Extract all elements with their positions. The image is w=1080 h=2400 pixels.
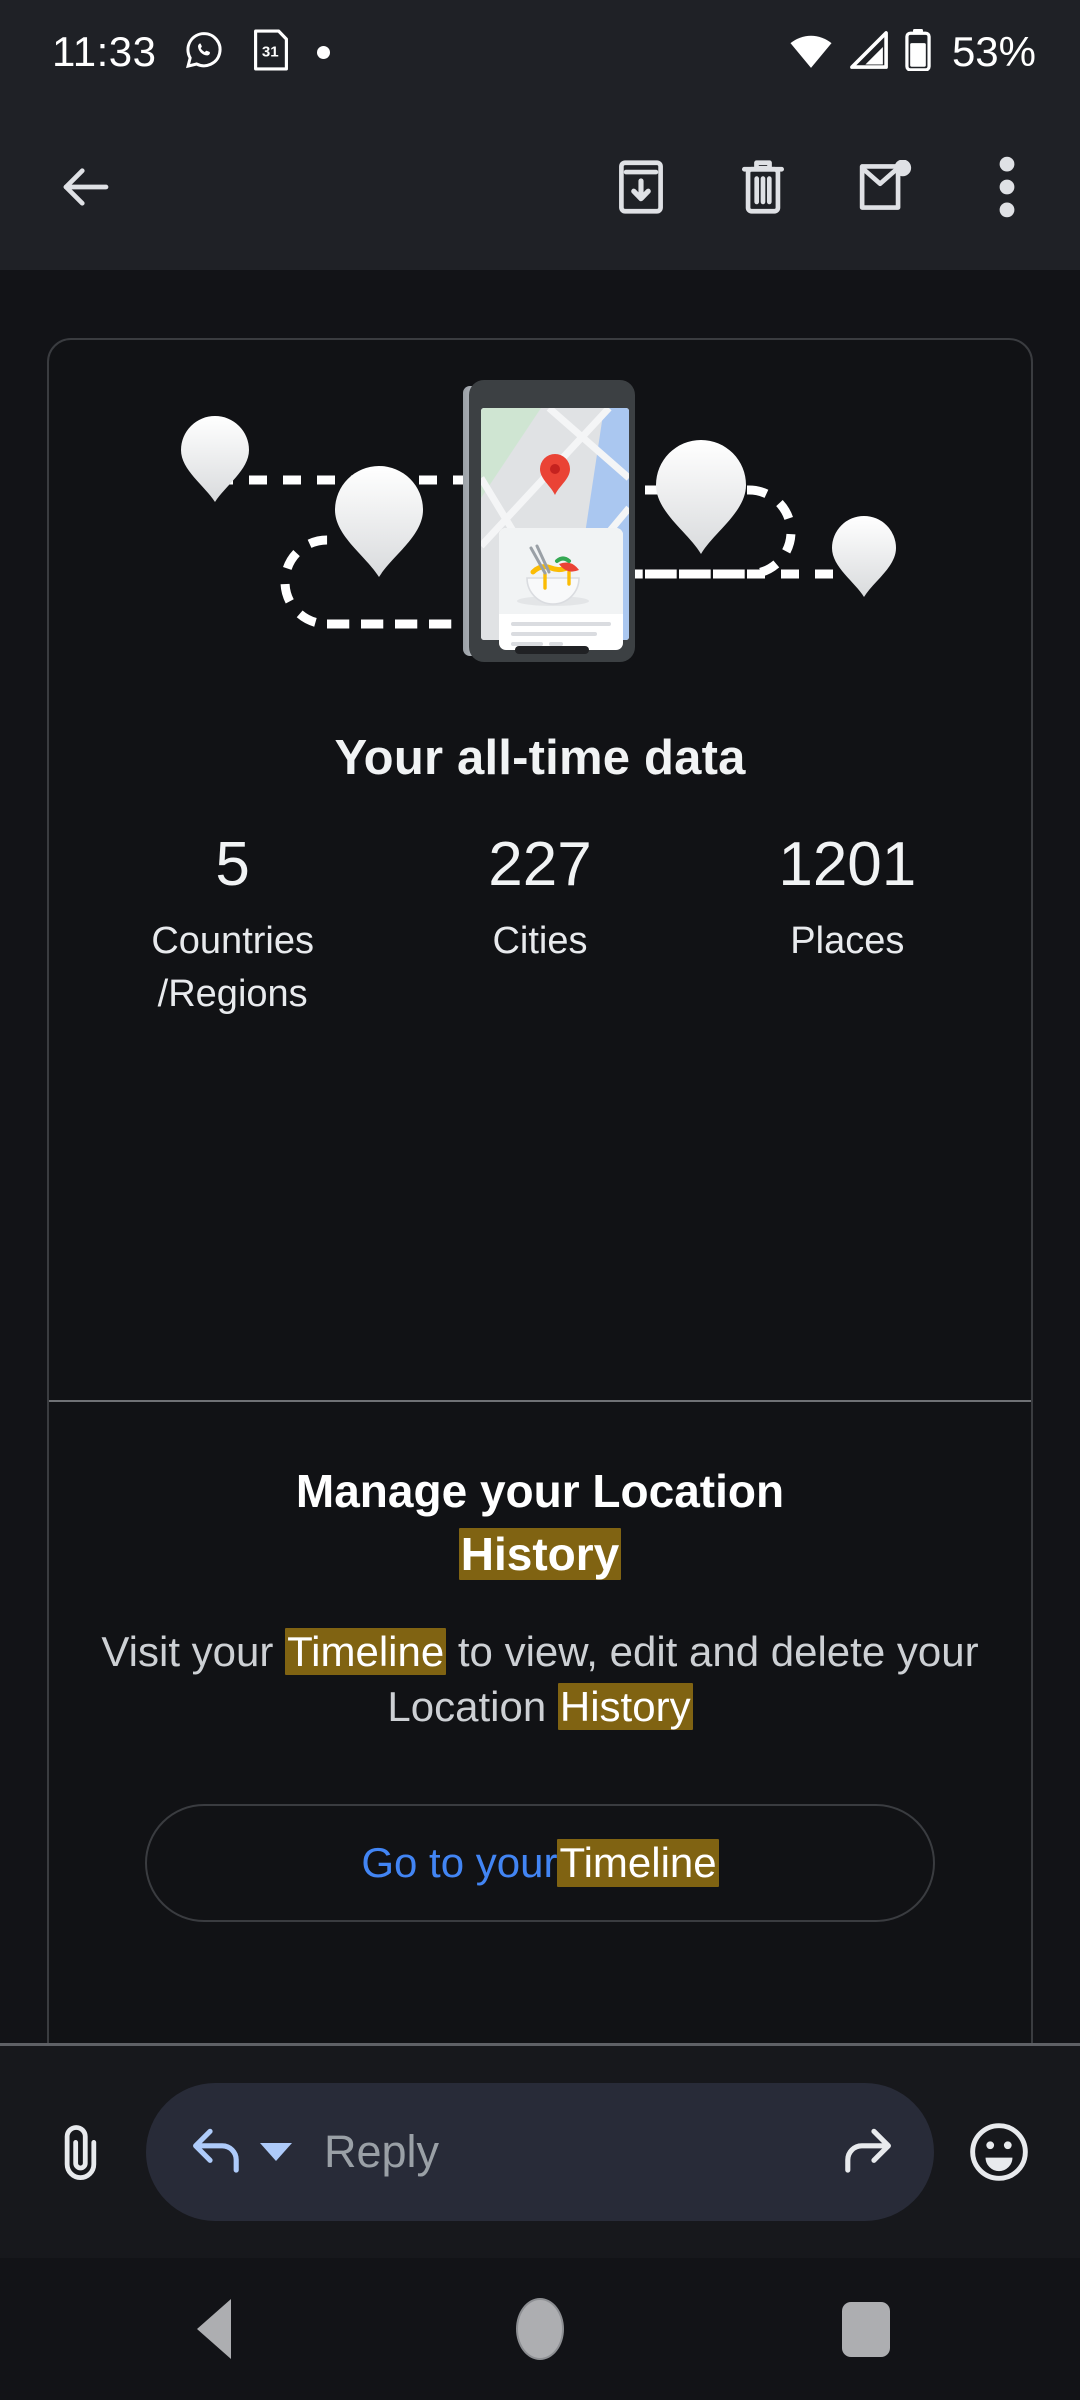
manage-location-history-section: Manage your Location History Visit your …: [49, 1402, 1031, 1923]
reply-input-pill[interactable]: Reply: [146, 2083, 934, 2221]
manage-body-highlight-2: History: [557, 1682, 693, 1730]
manage-body-text-1: Visit your: [101, 1627, 286, 1675]
delete-button[interactable]: [728, 152, 798, 222]
nav-recents-icon: [842, 2301, 890, 2357]
manage-title-text: Manage your Location: [295, 1465, 785, 1517]
svg-text:31: 31: [261, 43, 278, 60]
more-options-button[interactable]: [972, 152, 1042, 222]
nav-back-button[interactable]: [169, 2284, 259, 2374]
stat-value: 5: [215, 830, 250, 899]
back-button[interactable]: [44, 145, 128, 229]
status-bar-left: 11:33 31: [52, 28, 330, 76]
notification-dot-icon: [316, 45, 330, 59]
cell-signal-icon: [848, 30, 890, 74]
stat-value: 227: [488, 830, 592, 899]
manage-title: Manage your Location History: [49, 1460, 1031, 1587]
reply-dropdown-caret-icon[interactable]: [260, 2143, 292, 2161]
nav-home-button[interactable]: [495, 2284, 585, 2374]
go-to-timeline-button[interactable]: Go to your Timeline: [145, 1804, 935, 1923]
stat-places: 1201 Places: [694, 828, 1001, 1020]
stat-label: Countries/Regions: [151, 920, 314, 1015]
attach-file-button[interactable]: [38, 2109, 124, 2195]
status-time: 11:33: [52, 28, 157, 75]
stat-value: 1201: [778, 830, 917, 899]
battery-icon: [904, 28, 932, 76]
reply-input[interactable]: Reply: [324, 2126, 838, 2178]
manage-body: Visit your Timeline to view, edit and de…: [49, 1625, 1031, 1734]
nav-home-icon: [516, 2298, 564, 2360]
stats-row: 5 Countries/Regions 227 Cities 1201 Plac…: [49, 828, 1031, 1020]
stat-label: Cities: [492, 920, 588, 963]
stat-label: Places: [790, 920, 905, 963]
stat-cities: 227 Cities: [386, 828, 693, 1020]
reply-arrow-icon[interactable]: [190, 2124, 246, 2181]
calendar-icon: 31: [251, 29, 291, 76]
status-bar: 11:33 31 53%: [0, 0, 1080, 104]
emoji-button[interactable]: [956, 2109, 1042, 2195]
toolbar-actions: [606, 152, 1080, 222]
all-time-data-title: Your all-time data: [334, 731, 746, 785]
travel-illustration: [49, 358, 1035, 688]
battery-percent: 53%: [951, 28, 1036, 75]
status-bar-right: 53%: [788, 28, 1036, 76]
app-toolbar: [0, 104, 1080, 270]
nav-recents-button[interactable]: [821, 2284, 911, 2374]
whatsapp-icon: [183, 29, 225, 76]
stat-countries: 5 Countries/Regions: [79, 828, 386, 1020]
wifi-icon: [788, 31, 834, 74]
manage-body-highlight-1: Timeline: [285, 1627, 447, 1675]
forward-arrow-icon[interactable]: [838, 2124, 894, 2181]
mark-unread-button[interactable]: [850, 152, 920, 222]
location-history-card: Your all-time data 5 Countries/Regions 2…: [47, 338, 1033, 2043]
manage-title-highlight: History: [458, 1528, 622, 1581]
system-navigation-bar: [0, 2258, 1080, 2400]
nav-back-icon: [197, 2299, 231, 2359]
message-scroll-area[interactable]: Your all-time data 5 Countries/Regions 2…: [0, 270, 1080, 2043]
reply-bar: Reply: [0, 2043, 1080, 2258]
cta-label: Go to your: [361, 1839, 558, 1887]
cta-highlight: Timeline: [557, 1839, 719, 1888]
archive-button[interactable]: [606, 152, 676, 222]
